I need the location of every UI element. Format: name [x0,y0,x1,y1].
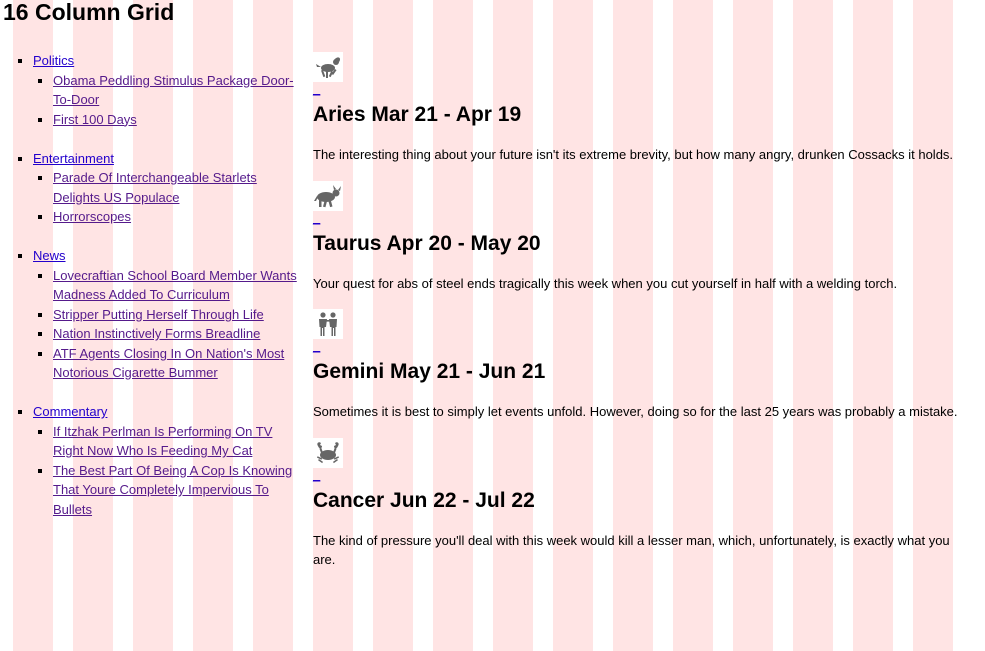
category-news: News Lovecraftian School Board Member Wa… [33,246,300,383]
category-commentary: Commentary If Itzhak Perlman Is Performi… [33,402,300,519]
horoscope-taurus: _ Taurus Apr 20 - May 20 Your quest for … [313,180,963,294]
list-item: ATF Agents Closing In On Nation's Most N… [53,344,300,383]
list-item: The Best Part Of Being A Cop Is Knowing … [53,461,300,520]
sign-icon-link[interactable]: _ [313,180,343,225]
list-item: Stripper Putting Herself Through Life [53,305,300,325]
sign-icon-link[interactable]: _ [313,52,343,96]
horoscope-list: _ Aries Mar 21 - Apr 19 The interesting … [313,52,963,586]
cancer-crab-icon [313,437,343,468]
gemini-twins-icon [313,309,343,339]
article-link[interactable]: If Itzhak Perlman Is Performing On TV Ri… [53,424,272,459]
list-item: Horrorscopes [53,207,300,227]
category-link-commentary[interactable]: Commentary [33,404,107,419]
category-link-news[interactable]: News [33,248,66,263]
article-link[interactable]: Obama Peddling Stimulus Package Door-To-… [53,73,294,108]
horoscope-cancer: _ Cancer Jun 22 - Jul 22 The kind of pre… [313,437,963,570]
list-item: Obama Peddling Stimulus Package Door-To-… [53,71,300,110]
article-link[interactable]: First 100 Days [53,112,137,127]
article-list-commentary: If Itzhak Perlman Is Performing On TV Ri… [33,422,300,520]
article-link[interactable]: Lovecraftian School Board Member Wants M… [53,268,297,303]
category-politics: Politics Obama Peddling Stimulus Package… [33,51,300,129]
sign-text: The kind of pressure you'll deal with th… [313,532,950,568]
category-entertainment: Entertainment Parade Of Interchangeable … [33,149,300,227]
sign-heading: Aries Mar 21 - Apr 19 [313,103,522,126]
category-link-entertainment[interactable]: Entertainment [33,151,114,166]
list-item: If Itzhak Perlman Is Performing On TV Ri… [53,422,300,461]
article-link[interactable]: The Best Part Of Being A Cop Is Knowing … [53,463,292,517]
article-link[interactable]: Nation Instinctively Forms Breadline [53,326,260,341]
category-list: Politics Obama Peddling Stimulus Package… [0,51,300,519]
article-link[interactable]: Horrorscopes [53,209,131,224]
aries-ram-icon [313,52,343,82]
list-item: First 100 Days [53,110,300,130]
article-list-politics: Obama Peddling Stimulus Package Door-To-… [33,71,300,130]
taurus-bull-icon [313,180,343,211]
horoscope-aries: _ Aries Mar 21 - Apr 19 The interesting … [313,52,963,165]
article-list-news: Lovecraftian School Board Member Wants M… [33,266,300,383]
page-title: 16 Column Grid [3,0,175,25]
sign-heading: Cancer Jun 22 - Jul 22 [313,488,535,512]
category-link-politics[interactable]: Politics [33,53,74,68]
sign-text: Your quest for abs of steel ends tragica… [313,275,898,291]
sign-text: Sometimes it is best to simply let event… [313,404,958,419]
horoscope-gemini: _ Gemini May 21 - Jun 21 Sometimes it is… [313,309,963,422]
sidebar-nav: Politics Obama Peddling Stimulus Package… [0,51,300,539]
sign-icon-link[interactable]: _ [313,309,343,353]
article-link[interactable]: Parade Of Interchangeable Starlets Delig… [53,170,257,205]
article-list-entertainment: Parade Of Interchangeable Starlets Delig… [33,168,300,227]
article-link[interactable]: ATF Agents Closing In On Nation's Most N… [53,346,284,381]
sign-text: The interesting thing about your future … [313,147,954,162]
list-item: Nation Instinctively Forms Breadline [53,324,300,344]
sign-icon-link[interactable]: _ [313,437,343,482]
sign-heading: Gemini May 21 - Jun 21 [313,360,546,383]
article-link[interactable]: Stripper Putting Herself Through Life [53,307,264,322]
list-item: Lovecraftian School Board Member Wants M… [53,266,300,305]
list-item: Parade Of Interchangeable Starlets Delig… [53,168,300,207]
sign-heading: Taurus Apr 20 - May 20 [313,231,541,255]
